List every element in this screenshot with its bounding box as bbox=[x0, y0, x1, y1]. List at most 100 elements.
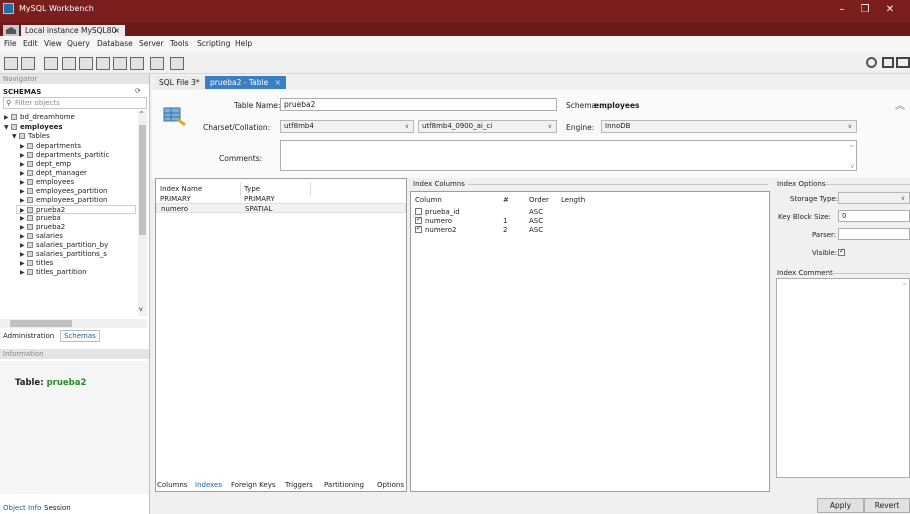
new-sql-tab-icon[interactable] bbox=[4, 57, 18, 70]
tab-table-editor[interactable]: prueba2 - Table × bbox=[205, 76, 286, 89]
menu-help[interactable]: Help bbox=[235, 39, 252, 48]
subtab-indexes[interactable]: Indexes bbox=[195, 481, 222, 489]
length-header[interactable]: Length bbox=[561, 196, 585, 204]
tab-administration[interactable]: Administration bbox=[3, 332, 54, 340]
subtab-options[interactable]: Options bbox=[377, 481, 404, 489]
column-checkbox[interactable] bbox=[415, 224, 422, 233]
scroll-up-arrow-icon[interactable]: ^ bbox=[849, 143, 854, 154]
reconnect-icon[interactable] bbox=[170, 57, 184, 70]
toggle-output-icon[interactable] bbox=[896, 57, 910, 68]
collapse-arrow-icon[interactable]: ▼ bbox=[4, 123, 11, 132]
table-row[interactable]: prueba_id ASC bbox=[411, 207, 769, 216]
collapse-header-chevron-icon[interactable]: ︽ bbox=[895, 97, 905, 112]
storage-type-select[interactable]: ∨ bbox=[838, 192, 910, 204]
menu-view[interactable]: View bbox=[44, 39, 62, 48]
subtab-partitioning[interactable]: Partitioning bbox=[324, 481, 364, 489]
refresh-schemas-icon[interactable]: ⟳ bbox=[135, 87, 141, 95]
scroll-down-arrow-icon[interactable]: v bbox=[139, 306, 143, 313]
tree-row[interactable]: ▶ dept_emp bbox=[20, 160, 71, 169]
create-procedure-icon[interactable] bbox=[113, 57, 127, 70]
expand-arrow-icon[interactable]: ▶ bbox=[4, 113, 11, 122]
minimize-button[interactable]: – bbox=[832, 3, 852, 17]
index-list-grid[interactable]: Index Name Type PRIMARY PRIMARY numero S… bbox=[155, 178, 407, 492]
menu-file[interactable]: File bbox=[4, 39, 17, 48]
tree-row[interactable]: ▶ prueba2 bbox=[20, 223, 65, 232]
tree-row-selected[interactable]: ▶ prueba2 bbox=[16, 205, 136, 214]
filter-objects-input[interactable]: ⚲ Filter objects bbox=[3, 97, 147, 109]
tree-row[interactable]: ▶ salaries bbox=[20, 232, 63, 241]
table-row[interactable]: numero 1 ASC bbox=[411, 215, 769, 225]
tree-row[interactable]: ▼ employees bbox=[4, 123, 63, 132]
index-type-header[interactable]: Type bbox=[244, 185, 260, 193]
subtab-triggers[interactable]: Triggers bbox=[285, 481, 313, 489]
close-window-button[interactable]: ✕ bbox=[880, 3, 900, 17]
index-columns-grid[interactable]: Column # Order Length prueba_id ASC nume… bbox=[410, 191, 770, 492]
tree-row[interactable]: ▶ prueba bbox=[20, 214, 61, 223]
instance-tab[interactable]: Local instance MySQL80 × bbox=[21, 25, 125, 36]
tab-object-info[interactable]: Object Info bbox=[3, 504, 41, 512]
tree-row[interactable]: ▶ departments_partitic bbox=[20, 151, 109, 160]
tree-row[interactable]: ▶ employees_partition bbox=[20, 187, 107, 196]
parser-input[interactable] bbox=[838, 228, 910, 240]
table-row[interactable]: numero2 2 ASC bbox=[411, 224, 769, 234]
key-block-size-input[interactable]: 0 bbox=[838, 210, 910, 222]
create-view-icon[interactable] bbox=[96, 57, 110, 70]
order-header[interactable]: Order bbox=[529, 196, 549, 204]
tab-schemas[interactable]: Schemas bbox=[60, 330, 100, 342]
collapse-arrow-icon[interactable]: ▼ bbox=[12, 132, 19, 141]
tree-vertical-scrollbar[interactable]: ^ v bbox=[138, 111, 147, 316]
tree-row[interactable]: ▶ salaries_partition_by bbox=[20, 241, 108, 250]
subtab-columns[interactable]: Columns bbox=[157, 481, 187, 489]
menu-server[interactable]: Server bbox=[139, 39, 164, 48]
maximize-button[interactable]: ❐ bbox=[855, 3, 875, 17]
toggle-sidebar-icon[interactable] bbox=[882, 57, 894, 68]
create-function-icon[interactable] bbox=[130, 57, 144, 70]
comments-textarea[interactable]: ^ v bbox=[280, 140, 857, 171]
tab-session[interactable]: Session bbox=[44, 504, 71, 512]
open-sql-script-icon[interactable] bbox=[21, 57, 35, 70]
tree-row[interactable]: ▶ salaries_partitions_s bbox=[20, 250, 107, 259]
scroll-down-arrow-icon[interactable]: v bbox=[850, 161, 854, 172]
table-row-selected[interactable]: numero SPATIAL bbox=[156, 203, 406, 213]
tree-horizontal-scrollbar[interactable] bbox=[0, 319, 147, 328]
visible-checkbox[interactable] bbox=[838, 247, 845, 256]
index-name-header[interactable]: Index Name bbox=[160, 185, 202, 193]
create-table-icon[interactable] bbox=[79, 57, 93, 70]
hscrollbar-thumb[interactable] bbox=[10, 320, 72, 327]
collation-select[interactable]: utf8mb4_0900_ai_ci ∨ bbox=[418, 120, 557, 133]
tree-row[interactable]: ▶ dept_manager bbox=[20, 169, 87, 178]
revert-button[interactable]: Revert bbox=[864, 498, 910, 513]
scrollbar-thumb[interactable] bbox=[139, 125, 146, 235]
engine-select[interactable]: InnoDB ∨ bbox=[601, 120, 857, 133]
index-comment-textarea[interactable]: ^ bbox=[776, 278, 910, 478]
home-tab[interactable] bbox=[3, 25, 19, 36]
tree-row[interactable]: ▶ bd_dreamhome bbox=[4, 113, 75, 122]
charset-select[interactable]: utf8mb4 ∨ bbox=[280, 120, 414, 133]
tab-sql-file[interactable]: SQL File 3* bbox=[154, 76, 205, 89]
column-header[interactable]: Column bbox=[415, 196, 442, 204]
table-row[interactable]: PRIMARY PRIMARY bbox=[156, 194, 406, 203]
scroll-up-arrow-icon[interactable]: ^ bbox=[139, 111, 144, 118]
num-header[interactable]: # bbox=[503, 196, 509, 204]
tree-row[interactable]: ▶ employees bbox=[20, 178, 74, 187]
menu-query[interactable]: Query bbox=[67, 39, 90, 48]
column-checkbox[interactable] bbox=[415, 208, 422, 215]
menu-database[interactable]: Database bbox=[97, 39, 133, 48]
tree-row[interactable]: ▶ titles bbox=[20, 259, 53, 268]
menu-scripting[interactable]: Scripting bbox=[197, 39, 230, 48]
search-table-data-icon[interactable] bbox=[150, 57, 164, 70]
instance-tab-close-icon[interactable]: × bbox=[114, 25, 120, 36]
tree-row[interactable]: ▼ Tables bbox=[12, 132, 50, 141]
tree-row[interactable]: ▶ departments bbox=[20, 142, 81, 151]
table-name-input[interactable]: prueba2 bbox=[280, 98, 557, 111]
column-checkbox[interactable] bbox=[415, 215, 422, 224]
tree-row[interactable]: ▶ titles_partition bbox=[20, 268, 87, 277]
menu-edit[interactable]: Edit bbox=[23, 39, 38, 48]
menu-tools[interactable]: Tools bbox=[170, 39, 188, 48]
create-schema-icon[interactable] bbox=[62, 57, 76, 70]
settings-gear-icon[interactable] bbox=[866, 57, 877, 68]
tree-row[interactable]: ▶ employees_partition bbox=[20, 196, 107, 205]
tab-table-close-icon[interactable]: × bbox=[275, 78, 281, 87]
subtab-foreign-keys[interactable]: Foreign Keys bbox=[231, 481, 275, 489]
inspector-icon[interactable] bbox=[44, 57, 58, 70]
